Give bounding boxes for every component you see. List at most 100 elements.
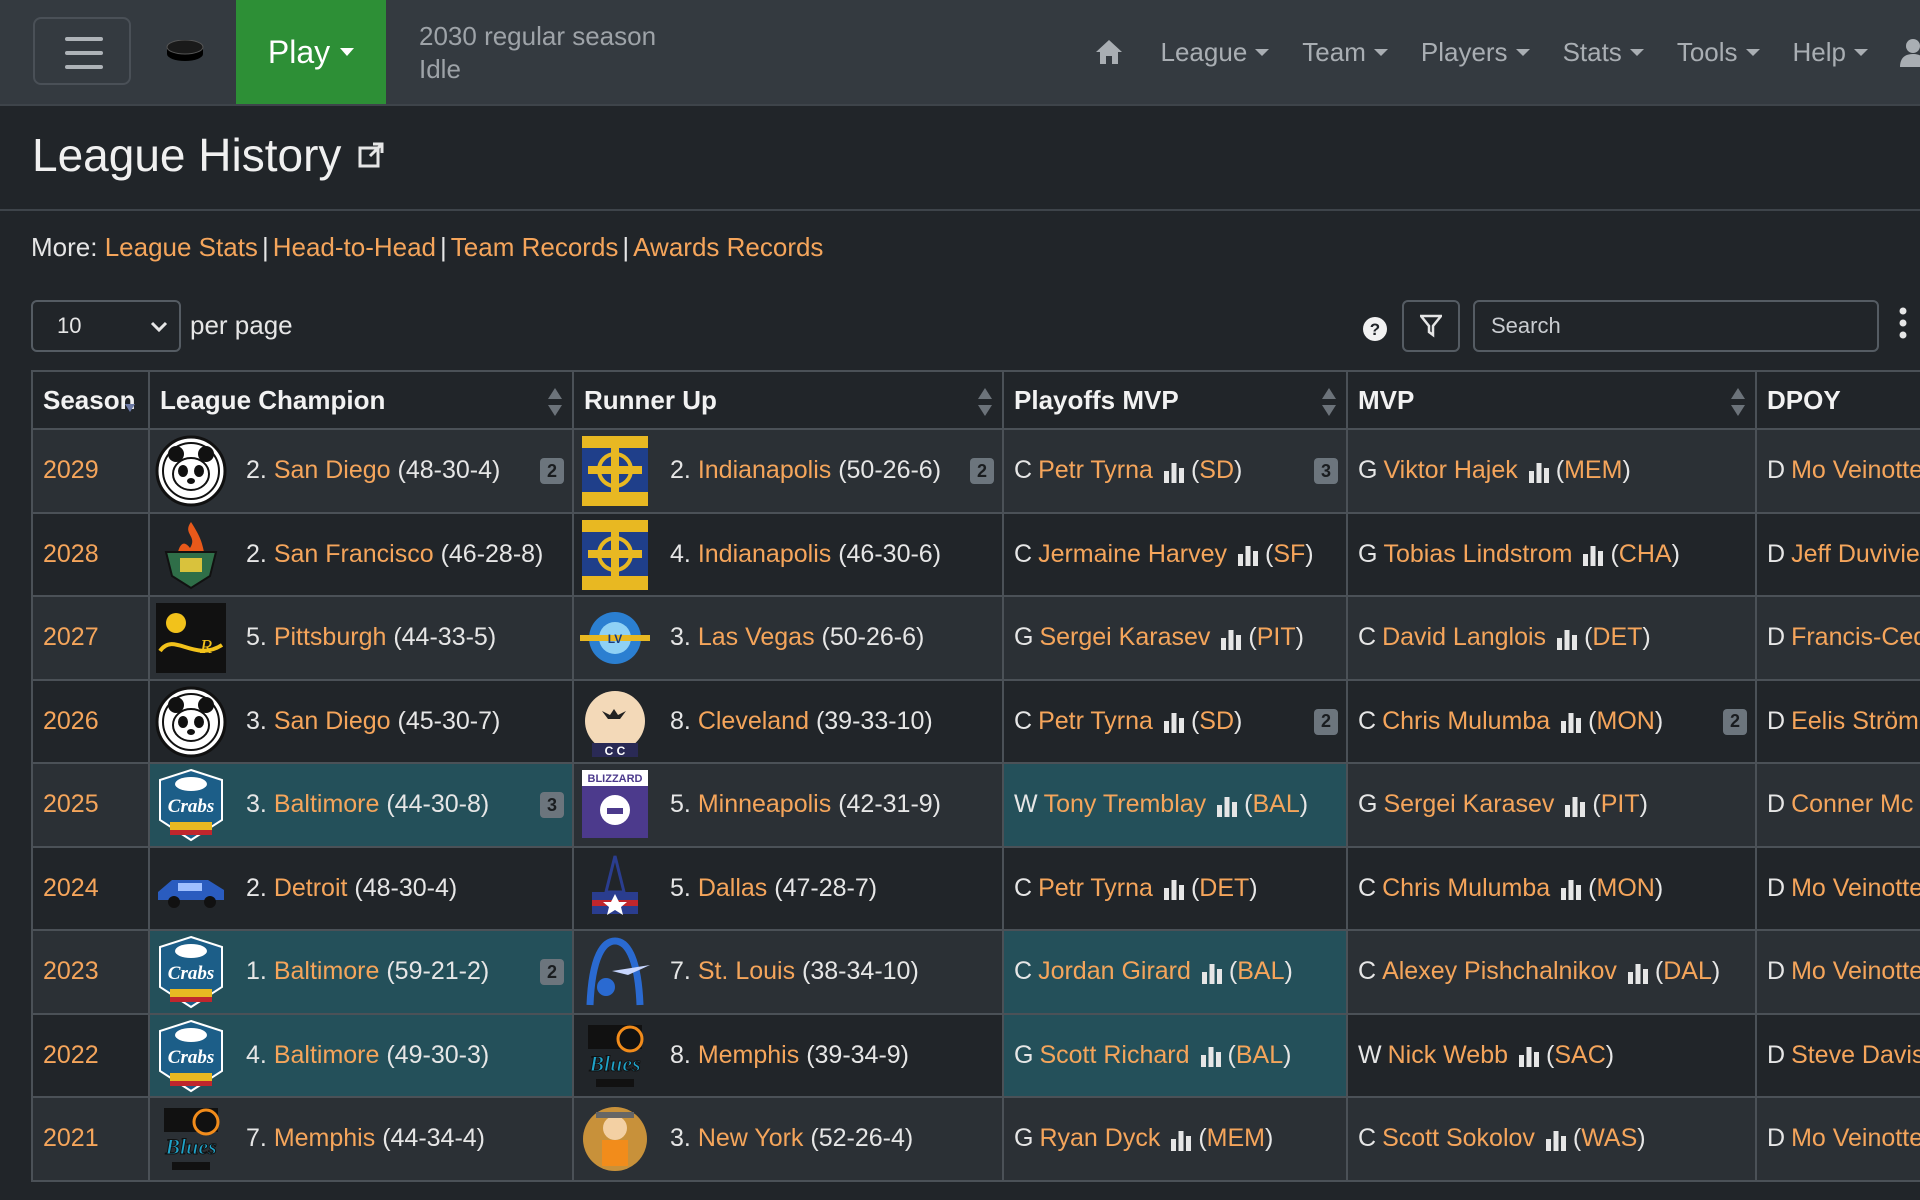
player-link[interactable]: Tony Tremblay (1044, 790, 1207, 818)
team-abbr-link[interactable]: SF (1273, 540, 1305, 568)
header-playoffs-mvp[interactable]: Playoffs MVP (1002, 370, 1348, 430)
filter-button[interactable] (1402, 300, 1460, 352)
team-link[interactable]: Memphis (274, 1124, 375, 1153)
team-logo-icon[interactable] (154, 685, 228, 759)
play-menu-button[interactable]: Play (236, 0, 386, 104)
link-team-records[interactable]: Team Records (451, 232, 619, 262)
player-link[interactable]: Mo Veinotte (1791, 1124, 1920, 1152)
team-logo-icon[interactable]: C C (578, 685, 652, 759)
player-link[interactable]: Alexey Pishchalnikov (1382, 957, 1617, 985)
team-link[interactable]: Memphis (698, 1041, 799, 1070)
team-abbr-link[interactable]: DAL (1663, 957, 1712, 985)
team-abbr-link[interactable]: SD (1199, 707, 1234, 735)
team-logo-icon[interactable] (154, 434, 228, 508)
player-link[interactable]: Viktor Hajek (1383, 456, 1517, 484)
team-link[interactable]: Minneapolis (698, 790, 831, 819)
team-logo-icon[interactable]: BLIZZARD (578, 768, 652, 842)
stats-bars-icon[interactable] (1627, 962, 1649, 984)
team-link[interactable]: San Diego (274, 707, 391, 736)
header-runner-up[interactable]: Runner Up (572, 370, 1004, 430)
link-awards-records[interactable]: Awards Records (633, 232, 823, 262)
team-logo-icon[interactable]: Blues (154, 1102, 228, 1176)
player-link[interactable]: Jermaine Harvey (1038, 540, 1227, 568)
team-abbr-link[interactable]: MEM (1207, 1124, 1265, 1152)
team-abbr-link[interactable]: BAL (1237, 957, 1284, 985)
team-link[interactable]: Dallas (698, 874, 767, 903)
link-league-stats[interactable]: League Stats (105, 232, 258, 262)
team-link[interactable]: Baltimore (274, 1041, 380, 1070)
link-head-to-head[interactable]: Head-to-Head (273, 232, 436, 262)
team-link[interactable]: Cleveland (698, 707, 809, 736)
team-abbr-link[interactable]: DET (1199, 874, 1249, 902)
player-link[interactable]: Petr Tyrna (1038, 456, 1153, 484)
player-link[interactable]: Chris Mulumba (1382, 874, 1550, 902)
team-abbr-link[interactable]: DET (1592, 623, 1642, 651)
team-logo-icon[interactable]: Crabs (154, 1019, 228, 1093)
team-logo-icon[interactable] (578, 852, 652, 926)
team-abbr-link[interactable]: CHA (1619, 540, 1672, 568)
nav-stats[interactable]: Stats (1563, 37, 1644, 68)
player-link[interactable]: David Langlois (1382, 623, 1546, 651)
team-link[interactable]: San Diego (274, 456, 391, 485)
header-mvp[interactable]: MVP (1346, 370, 1757, 430)
season-link[interactable]: 2027 (43, 623, 99, 651)
header-dpoy[interactable]: DPOY (1755, 370, 1920, 430)
player-link[interactable]: Jeff Duvivier (1791, 540, 1920, 568)
team-link[interactable]: St. Louis (698, 957, 795, 986)
stats-bars-icon[interactable] (1564, 795, 1586, 817)
team-abbr-link[interactable]: BAL (1236, 1041, 1283, 1069)
player-link[interactable]: Eelis Ström (1791, 707, 1919, 735)
stats-bars-icon[interactable] (1518, 1045, 1540, 1068)
nav-players[interactable]: Players (1421, 37, 1530, 68)
season-link[interactable]: 2024 (43, 874, 99, 902)
player-link[interactable]: Scott Richard (1039, 1041, 1189, 1069)
menu-toggle-button[interactable] (33, 17, 131, 85)
team-logo-icon[interactable] (578, 518, 652, 592)
team-link[interactable]: San Francisco (274, 540, 434, 569)
team-abbr-link[interactable]: WAS (1581, 1124, 1637, 1152)
player-link[interactable]: Petr Tyrna (1038, 874, 1153, 902)
player-link[interactable]: Tobias Lindstrom (1383, 540, 1572, 568)
team-link[interactable]: Las Vegas (698, 623, 815, 652)
season-link[interactable]: 2026 (43, 707, 99, 735)
player-link[interactable]: Mo Veinotte (1791, 957, 1920, 985)
team-logo-icon[interactable]: LV (578, 601, 652, 675)
team-link[interactable]: New York (698, 1124, 804, 1153)
search-input[interactable] (1473, 300, 1879, 352)
stats-bars-icon[interactable] (1220, 628, 1242, 650)
team-link[interactable]: Indianapolis (698, 456, 831, 485)
stats-bars-icon[interactable] (1237, 544, 1259, 567)
header-season[interactable]: Season (31, 370, 150, 430)
team-link[interactable]: Indianapolis (698, 540, 831, 569)
season-link[interactable]: 2023 (43, 957, 99, 985)
stats-bars-icon[interactable] (1201, 962, 1223, 984)
player-link[interactable]: Francis-Cedric (1791, 623, 1920, 651)
help-icon[interactable]: ? (1362, 316, 1388, 342)
team-logo-icon[interactable] (578, 935, 652, 1009)
stats-bars-icon[interactable] (1545, 1129, 1567, 1151)
player-link[interactable]: Steve Davis (1791, 1041, 1920, 1069)
team-logo-icon[interactable] (578, 434, 652, 508)
team-logo-icon[interactable] (154, 518, 228, 592)
season-link[interactable]: 2029 (43, 456, 99, 484)
home-icon[interactable] (1094, 38, 1124, 66)
player-link[interactable]: Nick Webb (1388, 1041, 1508, 1069)
team-abbr-link[interactable]: MEM (1564, 456, 1622, 484)
stats-bars-icon[interactable] (1163, 461, 1185, 483)
stats-bars-icon[interactable] (1582, 544, 1604, 567)
external-link-icon[interactable] (357, 141, 385, 169)
user-icon[interactable] (1898, 37, 1920, 67)
stats-bars-icon[interactable] (1560, 711, 1582, 734)
team-link[interactable]: Baltimore (274, 957, 380, 986)
puck-logo-icon[interactable] (166, 40, 204, 62)
team-link[interactable]: Baltimore (274, 790, 380, 819)
season-link[interactable]: 2022 (43, 1041, 99, 1069)
player-link[interactable]: Petr Tyrna (1038, 707, 1153, 735)
team-logo-icon[interactable]: Blues (578, 1019, 652, 1093)
player-link[interactable]: Sergei Karasev (1039, 623, 1210, 651)
player-link[interactable]: Mo Veinotte (1791, 456, 1920, 484)
team-abbr-link[interactable]: SD (1199, 456, 1234, 484)
team-link[interactable]: Pittsburgh (274, 623, 387, 652)
team-logo-icon[interactable]: R (154, 601, 228, 675)
player-link[interactable]: Ryan Dyck (1039, 1124, 1160, 1152)
